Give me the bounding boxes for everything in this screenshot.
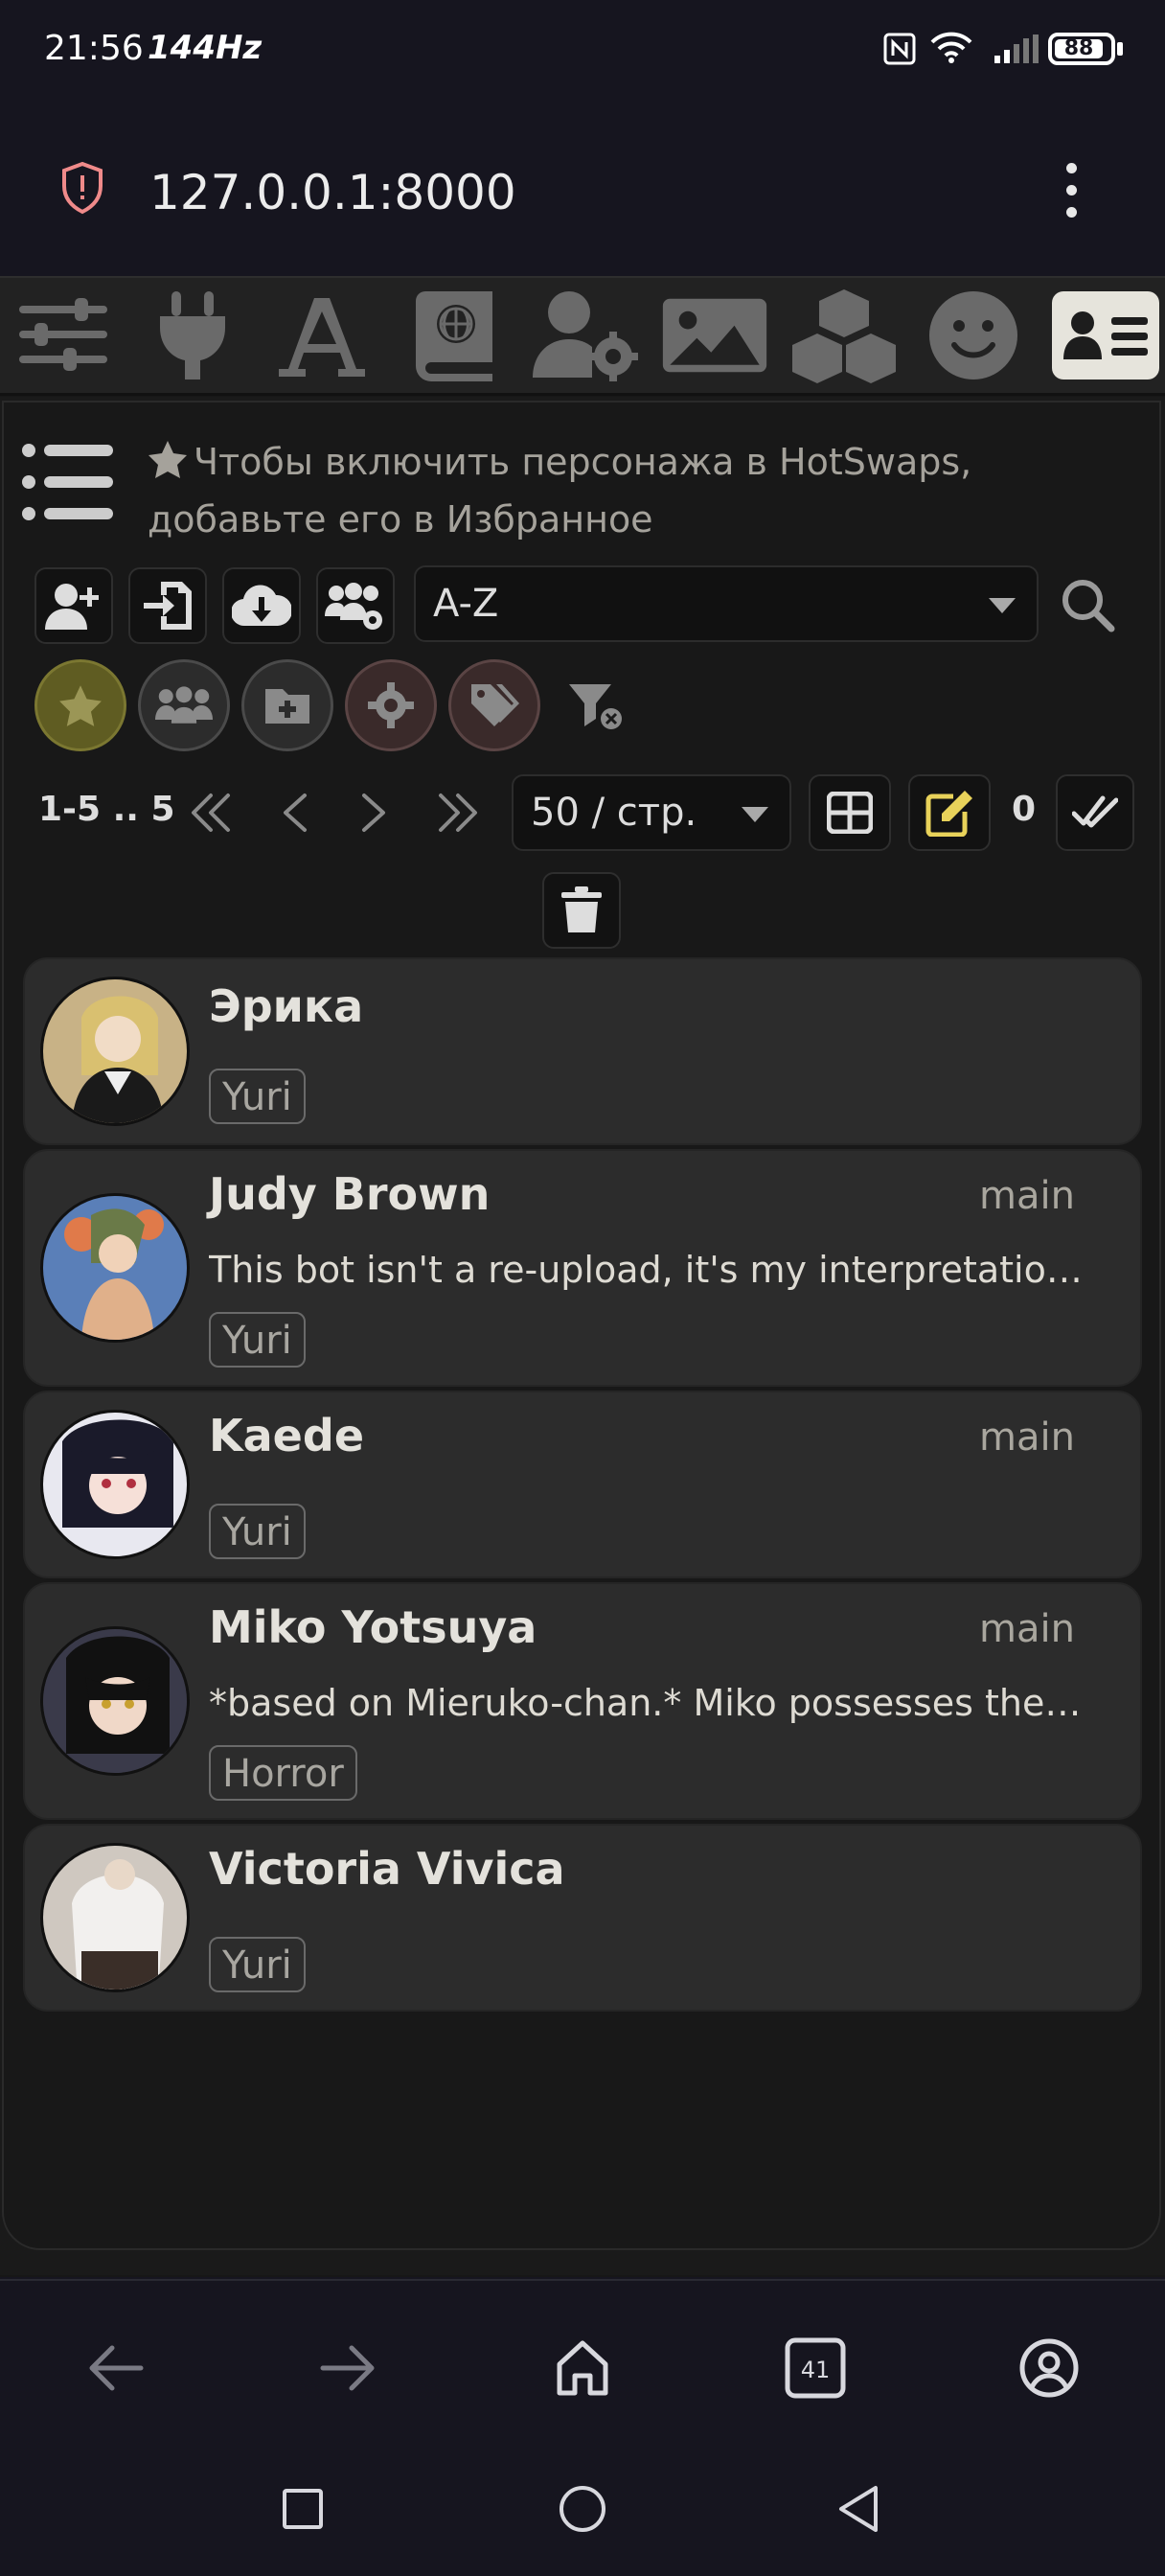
- character-card[interactable]: Kaede main Yuri: [23, 1391, 1142, 1578]
- character-tag[interactable]: Horror: [209, 1745, 357, 1801]
- url-text[interactable]: 127.0.0.1:8000: [149, 165, 516, 220]
- last-page-icon[interactable]: [422, 774, 494, 851]
- font-icon[interactable]: [268, 288, 376, 383]
- per-page-value: 50 / стр.: [531, 791, 697, 835]
- browser-bottom-nav: 41: [0, 2279, 1165, 2453]
- per-page-select[interactable]: 50 / стр.: [512, 774, 791, 851]
- home-circle-icon[interactable]: [544, 2471, 621, 2547]
- clock: 21:56: [44, 29, 144, 68]
- tabs-button[interactable]: 41: [772, 2325, 858, 2411]
- grid-view-button[interactable]: [809, 774, 891, 851]
- chevron-down-icon: [742, 807, 768, 822]
- sort-order-value: A-Z: [433, 582, 499, 626]
- create-character-button[interactable]: [34, 567, 113, 644]
- clear-filter-icon[interactable]: [569, 682, 625, 734]
- cubes-icon[interactable]: [790, 288, 898, 383]
- refresh-rate: 144Hz: [148, 29, 263, 67]
- search-icon[interactable]: [1060, 577, 1115, 636]
- back-triangle-icon[interactable]: [820, 2471, 897, 2547]
- battery-nub: [1117, 42, 1123, 56]
- avatar: [40, 1193, 190, 1343]
- system-nav-bar: [0, 2451, 1165, 2576]
- group-settings-button[interactable]: [316, 567, 395, 644]
- top-settings-bar: [0, 278, 1165, 396]
- sillytavern-app: Чтобы включить персонажа в HotSwaps, доб…: [0, 276, 1165, 2277]
- character-tag[interactable]: Yuri: [209, 1069, 306, 1124]
- character-tag[interactable]: Yuri: [209, 1937, 306, 1992]
- image-icon[interactable]: [661, 288, 768, 383]
- chevron-down-icon: [989, 598, 1016, 613]
- sliders-icon[interactable]: [10, 288, 117, 383]
- character-name: Judy Brown: [209, 1168, 491, 1220]
- account-icon[interactable]: [1006, 2325, 1092, 2411]
- hint-text: Чтобы включить персонажа в HotSwaps, доб…: [148, 441, 972, 540]
- avatar: [40, 1626, 190, 1776]
- selected-count: 0: [1012, 790, 1037, 829]
- character-card[interactable]: Victoria Vivica Yuri: [23, 1824, 1142, 2012]
- character-main-tag: main: [979, 1174, 1075, 1218]
- tags-filter-button[interactable]: [448, 659, 540, 751]
- character-tag[interactable]: Yuri: [209, 1504, 306, 1559]
- user-gear-icon[interactable]: [532, 288, 639, 383]
- first-page-icon[interactable]: [174, 774, 247, 851]
- character-name: Miko Yotsuya: [209, 1601, 537, 1653]
- character-management-panel: Чтобы включить персонажа в HotSwaps, доб…: [0, 397, 1165, 2275]
- character-tag[interactable]: Yuri: [209, 1312, 306, 1368]
- shield-icon[interactable]: [59, 161, 105, 218]
- character-card[interactable]: Judy Brown main This bot isn't a re-uplo…: [23, 1149, 1142, 1387]
- character-name: Kaede: [209, 1410, 365, 1461]
- book-globe-icon[interactable]: [400, 288, 508, 383]
- select-all-button[interactable]: [1056, 774, 1134, 851]
- delete-selected-button[interactable]: [542, 872, 621, 949]
- import-file-button[interactable]: [128, 567, 207, 644]
- recents-icon[interactable]: [264, 2471, 341, 2547]
- url-bar: 127.0.0.1:8000: [0, 104, 1165, 276]
- character-main-tag: main: [979, 1607, 1075, 1651]
- avatar: [40, 1410, 190, 1559]
- bulk-edit-button[interactable]: [908, 774, 991, 851]
- character-name: Victoria Vivica: [209, 1843, 565, 1895]
- folder-filter-button[interactable]: [241, 659, 333, 751]
- battery-level: 88: [1055, 38, 1103, 59]
- nfc-icon: [883, 33, 916, 69]
- character-card[interactable]: Miko Yotsuya main *based on Mieruko-chan…: [23, 1582, 1142, 1820]
- signal-icon: [993, 34, 1040, 67]
- character-card[interactable]: Эрика Yuri: [23, 957, 1142, 1145]
- sort-order-select[interactable]: A-Z: [414, 565, 1039, 642]
- pagination-range: 1-5 .. 5: [38, 790, 175, 829]
- settings-filter-button[interactable]: [345, 659, 437, 751]
- avatar: [40, 1843, 190, 1992]
- character-description: *based on Mieruko-chan.* Miko possesses …: [209, 1682, 1090, 1724]
- plug-icon[interactable]: [139, 288, 246, 383]
- prev-page-icon[interactable]: [263, 774, 328, 851]
- character-main-tag: main: [979, 1415, 1075, 1460]
- home-icon[interactable]: [539, 2325, 626, 2411]
- status-bar: 21:56 144Hz 88: [0, 0, 1165, 104]
- back-arrow-icon[interactable]: [73, 2325, 159, 2411]
- list-icon[interactable]: [21, 441, 117, 527]
- groups-filter-button[interactable]: [138, 659, 230, 751]
- hotswap-hint: Чтобы включить персонажа в HotSwaps, доб…: [148, 435, 1067, 546]
- avatar: [40, 977, 190, 1126]
- next-page-icon[interactable]: [341, 774, 406, 851]
- tabs-count: 41: [801, 2357, 831, 2383]
- smile-icon[interactable]: [920, 288, 1027, 383]
- wifi-icon: [929, 31, 973, 69]
- battery-indicator: 88: [1048, 33, 1115, 65]
- cloud-download-button[interactable]: [222, 567, 301, 644]
- star-icon: [148, 439, 188, 493]
- character-name: Эрика: [209, 980, 364, 1032]
- character-description: This bot isn't a re-upload, it's my inte…: [209, 1249, 1090, 1291]
- favorites-filter-button[interactable]: [34, 659, 126, 751]
- address-card-icon[interactable]: [1052, 291, 1159, 380]
- browser-menu-icon[interactable]: [1062, 163, 1081, 218]
- forward-arrow-icon[interactable]: [305, 2325, 391, 2411]
